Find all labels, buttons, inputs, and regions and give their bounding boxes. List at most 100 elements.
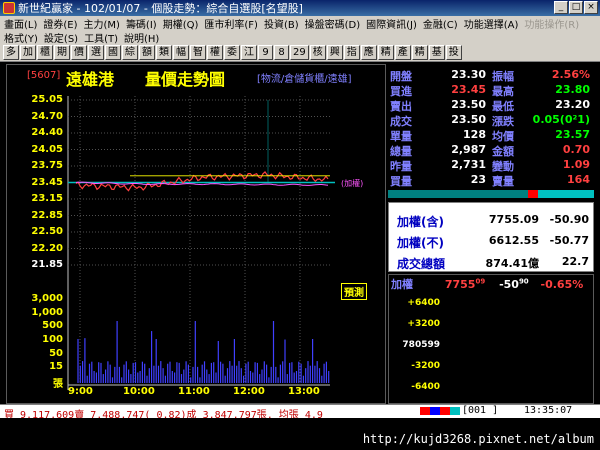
window-title: 新世紀贏家 - 102/01/07 - 個股走勢：綜合自選股[名望股] — [18, 2, 303, 15]
toolbar-button[interactable]: 指 — [343, 45, 360, 60]
toolbar-button[interactable]: 期 — [54, 45, 70, 60]
quote-panel: 開盤 23.30 買進 23.45 賣出 23.50 成交 23.50 單量 128 總量 2,987… — [388, 64, 594, 190]
time-tick-label: 11:00 — [178, 386, 210, 397]
clock: 13:35:07 — [524, 405, 573, 416]
weighted-index-tag: (加權) — [341, 179, 364, 188]
price-tick-label: 22.85 — [31, 209, 63, 221]
toolbar-button[interactable]: 類 — [156, 45, 172, 60]
toolbar-button[interactable]: 投 — [445, 45, 462, 60]
menu-item[interactable]: 說明(H) — [124, 30, 159, 45]
quote-label: 買量 — [390, 175, 412, 188]
index-change: 22.7 — [561, 255, 589, 268]
volume-tick-label: 張 — [53, 379, 63, 390]
toolbar-button[interactable]: 29 — [290, 45, 309, 60]
toolbar-button[interactable]: 幅 — [173, 45, 189, 60]
volume-tick-label: 15 — [49, 361, 63, 373]
toolbar-button[interactable]: 精 — [377, 45, 394, 60]
volume-tick-label: 100 — [42, 334, 63, 345]
toolbar-button[interactable]: 權 — [207, 45, 223, 60]
toolbar-button[interactable]: 基 — [428, 45, 445, 60]
quote-value: 1.09 — [562, 158, 590, 171]
quote-label: 變動 — [492, 160, 514, 173]
price-tick-label: 25.05 — [31, 94, 63, 105]
stock-category: [物流/倉儲貨櫃/遠雄] — [257, 74, 352, 85]
quote-label: 振幅 — [492, 70, 514, 83]
menu-item[interactable]: 格式(Y) — [4, 30, 38, 45]
price-tick-label: 23.45 — [31, 176, 63, 188]
toolbar-button[interactable]: 國 — [105, 45, 121, 60]
quote-label: 單量 — [390, 130, 412, 143]
chart-title: 量價走勢圖 — [145, 70, 226, 89]
menu-item[interactable]: 籌碼(I) — [126, 16, 157, 31]
menu-item[interactable]: 證券(E) — [43, 16, 77, 31]
toolbar-button[interactable]: 江 — [241, 45, 257, 60]
volume-tick-label: 1,000 — [31, 306, 63, 318]
menu-item[interactable]: 畫面(L) — [4, 16, 37, 31]
page-code[interactable]: [001 ] — [462, 405, 498, 416]
time-tick-label: 12:00 — [233, 386, 265, 397]
menu-item[interactable]: 匯市利率(F) — [204, 16, 258, 31]
price-tick-label: 23.15 — [31, 193, 63, 204]
title-bar: 新世紀贏家 - 102/01/07 - 個股走勢：綜合自選股[名望股] _ □ … — [0, 0, 600, 16]
index-change: -50.77 — [549, 234, 589, 247]
toolbar-button[interactable]: 額 — [139, 45, 155, 60]
time-tick-label: 10:00 — [123, 386, 155, 397]
toolbar-button[interactable]: 應 — [360, 45, 377, 60]
toolbar-button[interactable]: 精 — [411, 45, 428, 60]
toolbar-button[interactable]: 委 — [224, 45, 240, 60]
quote-label: 總量 — [390, 145, 412, 158]
menu-item[interactable]: 設定(S) — [44, 30, 78, 45]
maximize-button[interactable]: □ — [569, 1, 583, 14]
toolbar-button[interactable]: 產 — [394, 45, 411, 60]
quote-label: 賣出 — [390, 100, 412, 113]
price-tick-label: 22.50 — [31, 226, 63, 237]
toolbar-button[interactable]: 興 — [326, 45, 343, 60]
mini-tick-label: 780599 — [402, 340, 440, 350]
index-label: 成交總額 — [397, 257, 446, 271]
menu-item[interactable]: 操盤密碼(D) — [305, 16, 361, 31]
toolbar-button[interactable]: 核 — [309, 45, 326, 60]
app-icon — [3, 2, 15, 14]
quote-value: 23.30 — [451, 68, 486, 81]
prediction-badge[interactable]: 預測 — [341, 283, 367, 300]
index-label: 加權(含) — [397, 215, 444, 229]
mini-tick-label: -3200 — [411, 361, 440, 371]
quote-label: 賣量 — [492, 175, 514, 188]
quote-value: 23.50 — [451, 113, 486, 126]
menu-item[interactable]: 國際資訊(J) — [366, 16, 417, 31]
mini-tick-label: +3200 — [407, 319, 440, 329]
toolbar-button[interactable]: 8 — [274, 45, 289, 60]
menu-item[interactable]: 功能操作(R) — [524, 16, 579, 31]
price-tick-label: 24.05 — [31, 143, 63, 155]
quote-value: 2,731 — [451, 158, 486, 171]
menu-item[interactable]: 主力(M) — [84, 16, 120, 31]
close-button[interactable]: × — [584, 1, 598, 14]
toolbar-button[interactable]: 櫃 — [37, 45, 53, 60]
price-tick-label: 24.70 — [31, 110, 63, 122]
menu-item[interactable]: 功能選擇(A) — [464, 16, 519, 31]
toolbar-button[interactable]: 選 — [88, 45, 104, 60]
toolbar-button[interactable]: 智 — [190, 45, 206, 60]
quote-label: 昨量 — [390, 160, 412, 173]
quote-label: 買進 — [390, 85, 412, 98]
price-tick-label: 22.20 — [31, 242, 63, 254]
price-tick-label: 23.75 — [31, 160, 63, 171]
menu-item[interactable]: 金融(C) — [423, 16, 458, 31]
time-tick-label: 9:00 — [68, 386, 93, 397]
menu-item[interactable]: 投資(B) — [264, 16, 299, 31]
toolbar-button[interactable]: 綜 — [122, 45, 138, 60]
toolbar-button[interactable]: 加 — [20, 45, 36, 60]
menu-item[interactable]: 工具(T) — [84, 30, 118, 45]
toolbar-button[interactable]: 9 — [258, 45, 273, 60]
menu-item[interactable]: 期權(Q) — [163, 16, 199, 31]
quote-label: 最高 — [492, 85, 514, 98]
quote-value: 164 — [567, 173, 590, 186]
quote-value: 0.05(0²1) — [532, 113, 590, 126]
minimize-button[interactable]: _ — [554, 1, 568, 14]
toolbar-button[interactable]: 價 — [71, 45, 87, 60]
bid-ask-bar — [388, 190, 594, 198]
mini-tick-label: +6400 — [407, 298, 440, 308]
quote-value: 23.80 — [555, 83, 590, 96]
toolbar-button[interactable]: 多 — [3, 45, 19, 60]
stock-name: 遠雄港 — [66, 70, 115, 89]
